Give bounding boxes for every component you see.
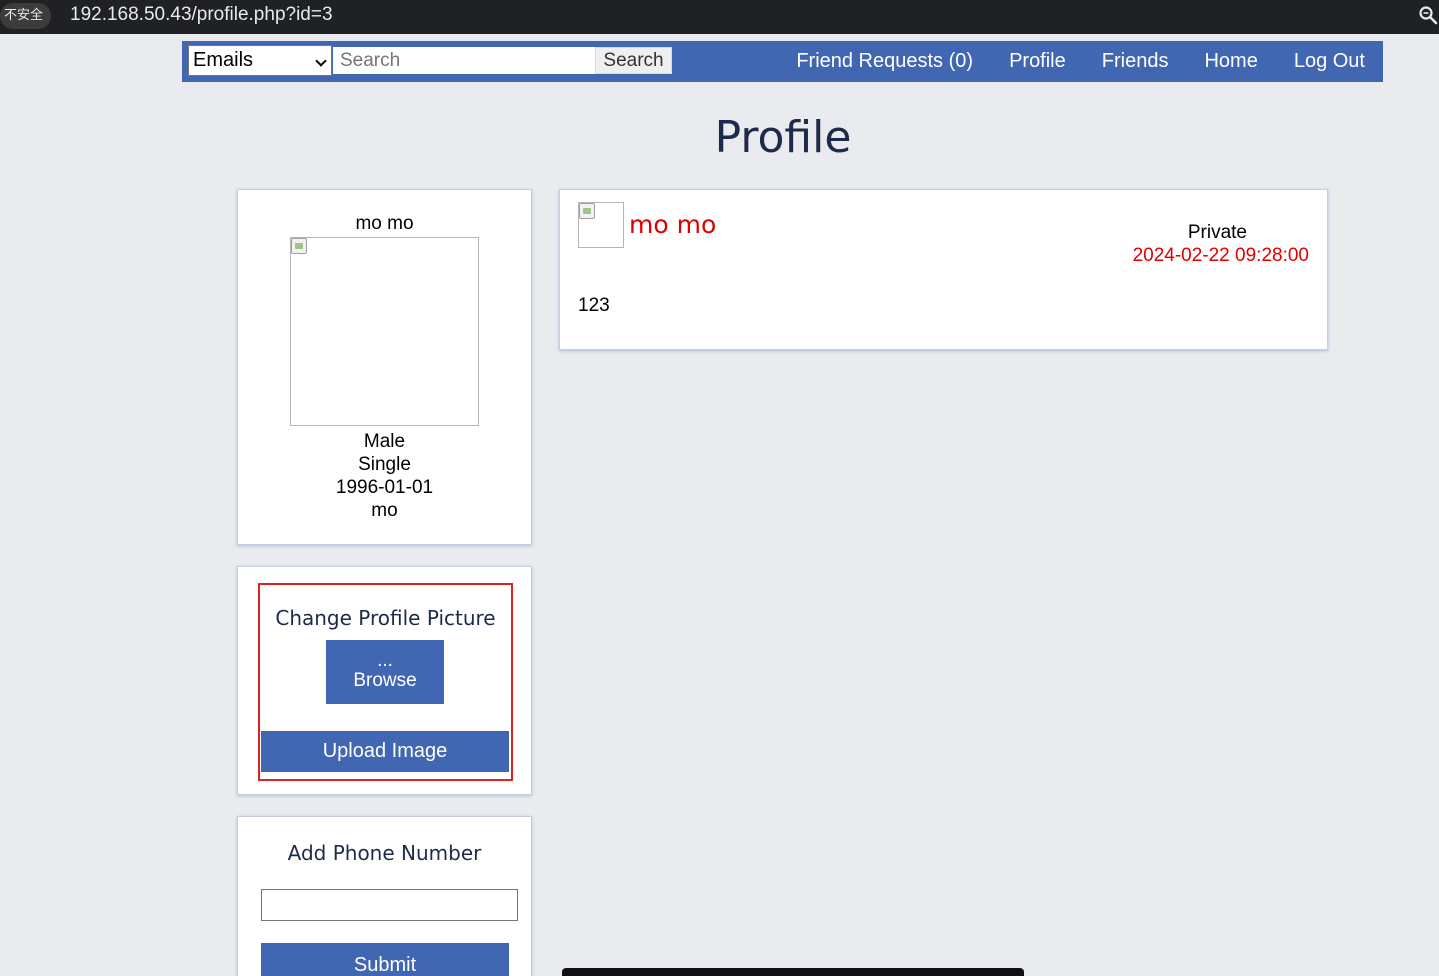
profile-gender: Male — [363, 431, 406, 452]
post-body: 123 — [578, 295, 610, 316]
search-type-value: Emails — [193, 49, 254, 71]
search-type-select[interactable]: Emails — [188, 45, 332, 76]
chevron-down-icon — [315, 55, 327, 67]
post-author-avatar — [578, 202, 624, 248]
profile-details: Male Single 1996-01-01 mo — [238, 430, 531, 522]
insecure-badge[interactable]: 不安全 — [0, 3, 52, 29]
phone-title: Add Phone Number — [287, 841, 482, 865]
nav-friends[interactable]: Friends — [1084, 41, 1187, 82]
nav-home[interactable]: Home — [1186, 41, 1275, 82]
phone-number-input[interactable] — [261, 889, 518, 921]
nav-links: Friend Requests (0) Profile Friends Home… — [778, 41, 1383, 82]
search-button[interactable]: Search — [595, 47, 672, 74]
upload-form: Change Profile Picture ... Browse Upload… — [258, 583, 513, 781]
post-author-name[interactable]: mo mo — [629, 210, 716, 239]
page-title: Profile — [714, 112, 852, 163]
profile-nickname: mo — [371, 500, 398, 521]
browse-dots: ... — [377, 650, 393, 671]
nav-log-out[interactable]: Log Out — [1276, 41, 1383, 82]
nav-profile[interactable]: Profile — [991, 41, 1084, 82]
post-privacy: Private — [1187, 222, 1247, 243]
browser-address-bar: 不安全 192.168.50.43/profile.php?id=3 — [0, 0, 1439, 34]
browse-label: Browse — [353, 670, 417, 691]
top-navbar: Emails Search Search Friend Requests (0)… — [182, 41, 1383, 82]
broken-image-icon — [291, 238, 307, 254]
profile-birthday: 1996-01-01 — [335, 477, 434, 498]
zoom-icon[interactable] — [1418, 5, 1438, 25]
post-date: 2024-02-22 09:28:00 — [1132, 245, 1309, 266]
change-picture-card: Change Profile Picture ... Browse Upload… — [237, 566, 532, 795]
upload-title: Change Profile Picture — [275, 606, 496, 630]
broken-image-icon — [579, 203, 595, 219]
profile-info-card: mo mo Male Single 1996-01-01 mo — [237, 189, 532, 545]
upload-image-button[interactable]: Upload Image — [261, 731, 509, 772]
submit-button[interactable]: Submit — [261, 943, 509, 976]
search-placeholder: Search — [340, 50, 401, 71]
profile-relationship: Single — [358, 454, 411, 475]
profile-name: mo mo — [355, 213, 414, 234]
add-phone-card: Add Phone Number Submit — [237, 816, 532, 976]
bottom-overlay-bar — [562, 968, 1024, 976]
browse-button[interactable]: ... Browse — [326, 640, 444, 704]
url-text[interactable]: 192.168.50.43/profile.php?id=3 — [70, 2, 333, 28]
nav-friend-requests[interactable]: Friend Requests (0) — [778, 41, 991, 82]
post-card: mo mo Private 2024-02-22 09:28:00 123 — [559, 189, 1328, 350]
profile-picture — [290, 237, 479, 426]
search-input[interactable]: Search — [333, 47, 595, 74]
